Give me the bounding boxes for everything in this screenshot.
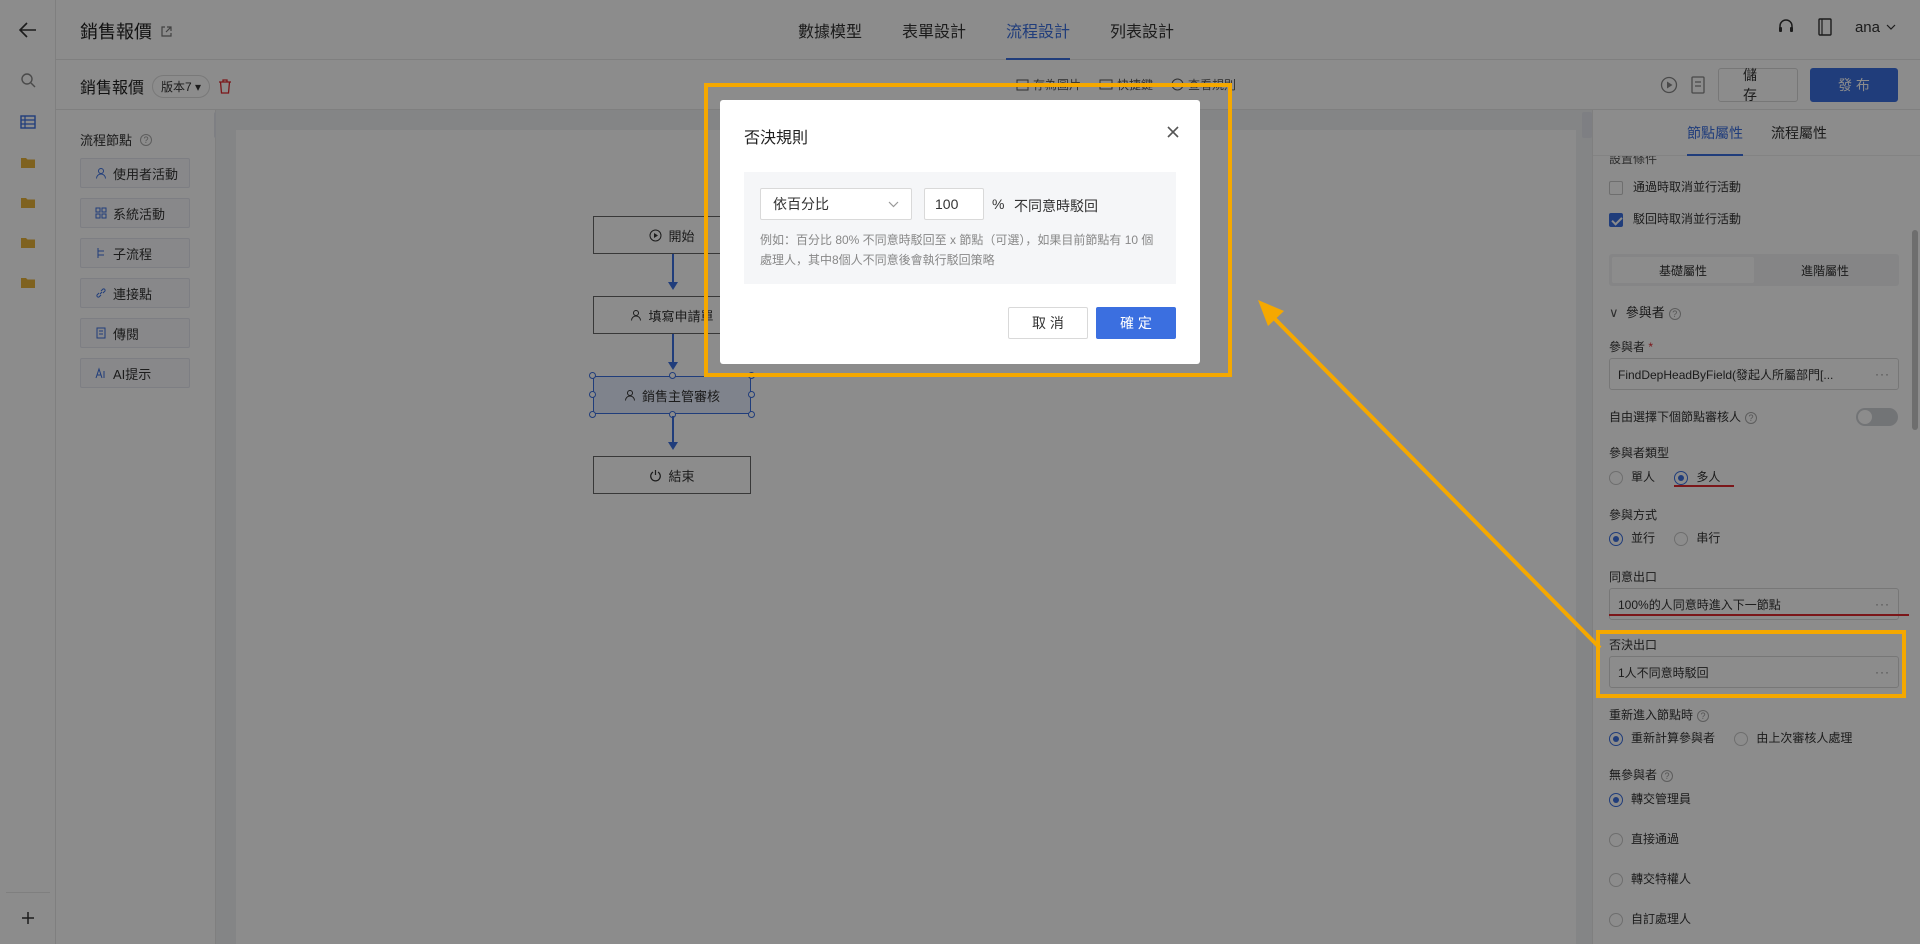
annotation-arrow [1258,300,1602,650]
